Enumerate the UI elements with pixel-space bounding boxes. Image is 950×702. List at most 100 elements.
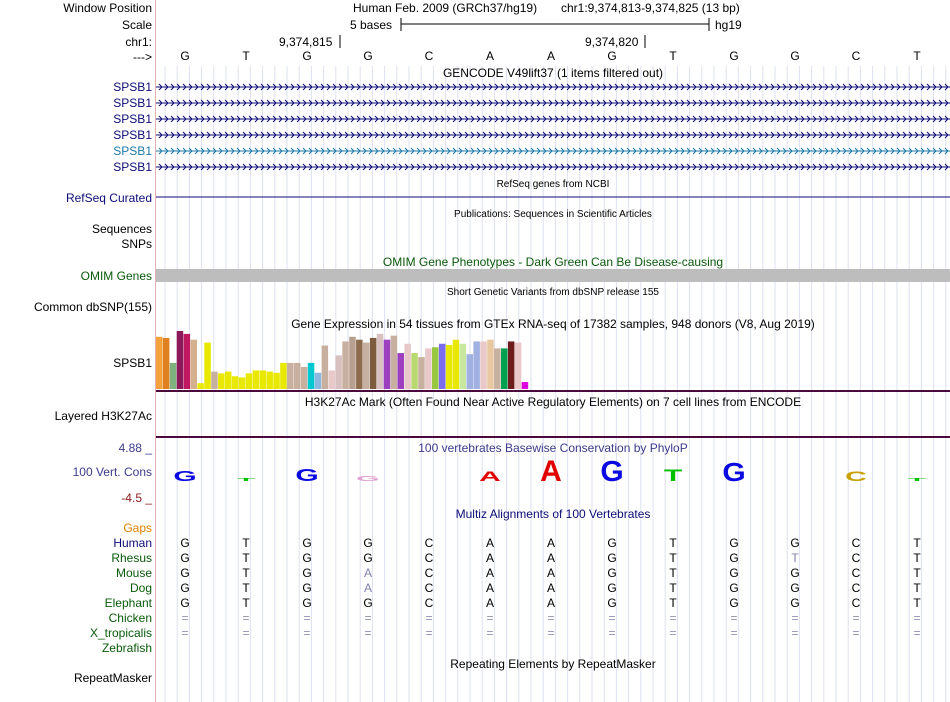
label-gaps[interactable]: Gaps — [123, 521, 152, 535]
alignment-base: C — [424, 566, 434, 580]
label-species[interactable]: Mouse — [116, 566, 152, 580]
gtex-bar — [356, 339, 363, 389]
gtex-bar — [190, 339, 197, 389]
label-chr: chr1: — [125, 35, 152, 49]
label-species[interactable]: Dog — [130, 581, 152, 595]
label-species[interactable]: X_tropicalis — [90, 626, 152, 640]
alignment-base: A — [485, 596, 494, 610]
gtex-bar — [211, 371, 218, 389]
label-repeatmasker[interactable]: RepeatMasker — [74, 671, 152, 685]
gtex-bar — [245, 373, 253, 389]
label-gencode-gene[interactable]: SPSB1 — [113, 160, 152, 174]
label-gencode-gene[interactable]: SPSB1 — [113, 112, 152, 126]
alignment-base: = — [669, 611, 677, 625]
alignment-base: A — [485, 581, 494, 595]
label-gencode-gene[interactable]: SPSB1 — [113, 96, 152, 110]
gtex-bar — [321, 345, 329, 389]
phylop-base-letter: G — [600, 457, 623, 488]
alignment-base: G — [607, 596, 617, 610]
base-letter: C — [424, 49, 434, 63]
label-sequences[interactable]: Sequences — [92, 222, 152, 236]
label-h3k27ac[interactable]: Layered H3K27Ac — [55, 409, 152, 423]
assembly-title: Human Feb. 2009 (GRCh37/hg19) — [353, 1, 538, 15]
alignment-base: A — [546, 551, 555, 565]
alignment-base: A — [546, 596, 555, 610]
gtex-bar — [349, 336, 356, 389]
phylop-base-letter: A — [540, 455, 562, 488]
base-letter: G — [180, 49, 190, 63]
track-title-publications: Publications: Sequences in Scientific Ar… — [454, 209, 652, 220]
label-scale: Scale — [121, 18, 152, 32]
base-letter: C — [851, 49, 861, 63]
base-letter: A — [546, 49, 555, 63]
alignment-base: = — [364, 611, 372, 625]
track-title-repeatmasker: Repeating Elements by RepeatMasker — [450, 657, 656, 671]
label-omim[interactable]: OMIM Genes — [81, 269, 152, 283]
track-title-omim: OMIM Gene Phenotypes - Dark Green Can Be… — [382, 255, 724, 269]
gtex-bar — [294, 362, 301, 389]
alignment-base: = — [608, 611, 616, 625]
alignment-base: = — [364, 626, 372, 640]
alignment-base: G — [790, 596, 800, 610]
phylop-base-letter: G — [722, 458, 745, 486]
scale-db: hg19 — [715, 18, 742, 32]
label-gencode-gene[interactable]: SPSB1 — [113, 128, 152, 142]
coord-label: 9,374,815 — [279, 35, 333, 49]
alignment-base: T — [669, 566, 677, 580]
track-labels: Window Position Scale chr1: ---> SPSB1 S… — [0, 0, 155, 702]
alignment-base: A — [363, 566, 372, 580]
alignment-base: C — [424, 596, 434, 610]
gtex-bar — [425, 348, 432, 389]
alignment-base: G — [363, 536, 373, 550]
gtex-bar — [169, 362, 177, 389]
base-letter: G — [302, 49, 312, 63]
alignment-base: T — [913, 581, 921, 595]
omim-bar — [156, 269, 950, 282]
label-gencode-gene[interactable]: SPSB1 — [113, 144, 152, 158]
coord-label: 9,374,820 — [585, 35, 639, 49]
phylop-base-letter: G — [295, 466, 318, 486]
alignment-base: T — [669, 596, 677, 610]
gtex-bar — [342, 341, 349, 389]
gtex-bar — [411, 353, 418, 389]
label-species[interactable]: Elephant — [105, 596, 152, 610]
label-gencode-gene[interactable]: SPSB1 — [113, 80, 152, 94]
label-species[interactable]: Zebrafish — [102, 641, 152, 655]
alignment-base: = — [242, 626, 250, 640]
gtex-bar — [487, 339, 494, 389]
alignment-base: G — [607, 566, 617, 580]
alignment-base: T — [791, 551, 799, 565]
gtex-bar — [383, 339, 391, 389]
gtex-bar — [225, 371, 232, 389]
label-species[interactable]: Human — [113, 536, 152, 550]
alignment-base: T — [669, 536, 677, 550]
alignment-base: G — [180, 596, 190, 610]
alignment-base: G — [729, 551, 739, 565]
label-gtex[interactable]: SPSB1 — [113, 356, 152, 370]
gtex-bar — [314, 372, 322, 389]
alignment-base: T — [669, 581, 677, 595]
label-snps[interactable]: SNPs — [121, 237, 152, 251]
alignment-base: T — [669, 551, 677, 565]
base-letter: G — [790, 49, 800, 63]
multiz-alignment: GTGGCAAGTGGCTGTGGCAAGTGTCTGTGACAAGTGGCTG… — [156, 536, 950, 640]
alignment-base: A — [485, 566, 494, 580]
track-image[interactable]: GTGGAAGTGCT Human Feb. 2009 (GRCh37/hg19… — [156, 0, 950, 702]
alignment-base: G — [302, 566, 312, 580]
phylop-base-letter: T — [237, 477, 255, 482]
label-dbsnp[interactable]: Common dbSNP(155) — [34, 300, 152, 314]
gtex-bar — [390, 335, 398, 389]
alignment-base: = — [547, 626, 555, 640]
alignment-base: G — [302, 551, 312, 565]
phylop-base-letter: C — [845, 469, 867, 484]
label-species[interactable]: Rhesus — [111, 551, 152, 565]
base-letter: G — [729, 49, 739, 63]
label-refseq[interactable]: RefSeq Curated — [66, 191, 152, 205]
label-phylop[interactable]: 100 Vert. Cons — [73, 465, 152, 479]
gtex-bar — [238, 377, 246, 389]
gtex-bar — [369, 337, 377, 389]
gtex-bar — [459, 343, 467, 389]
label-species[interactable]: Chicken — [109, 611, 152, 625]
alignment-base: = — [608, 626, 616, 640]
gtex-bar — [183, 333, 191, 389]
